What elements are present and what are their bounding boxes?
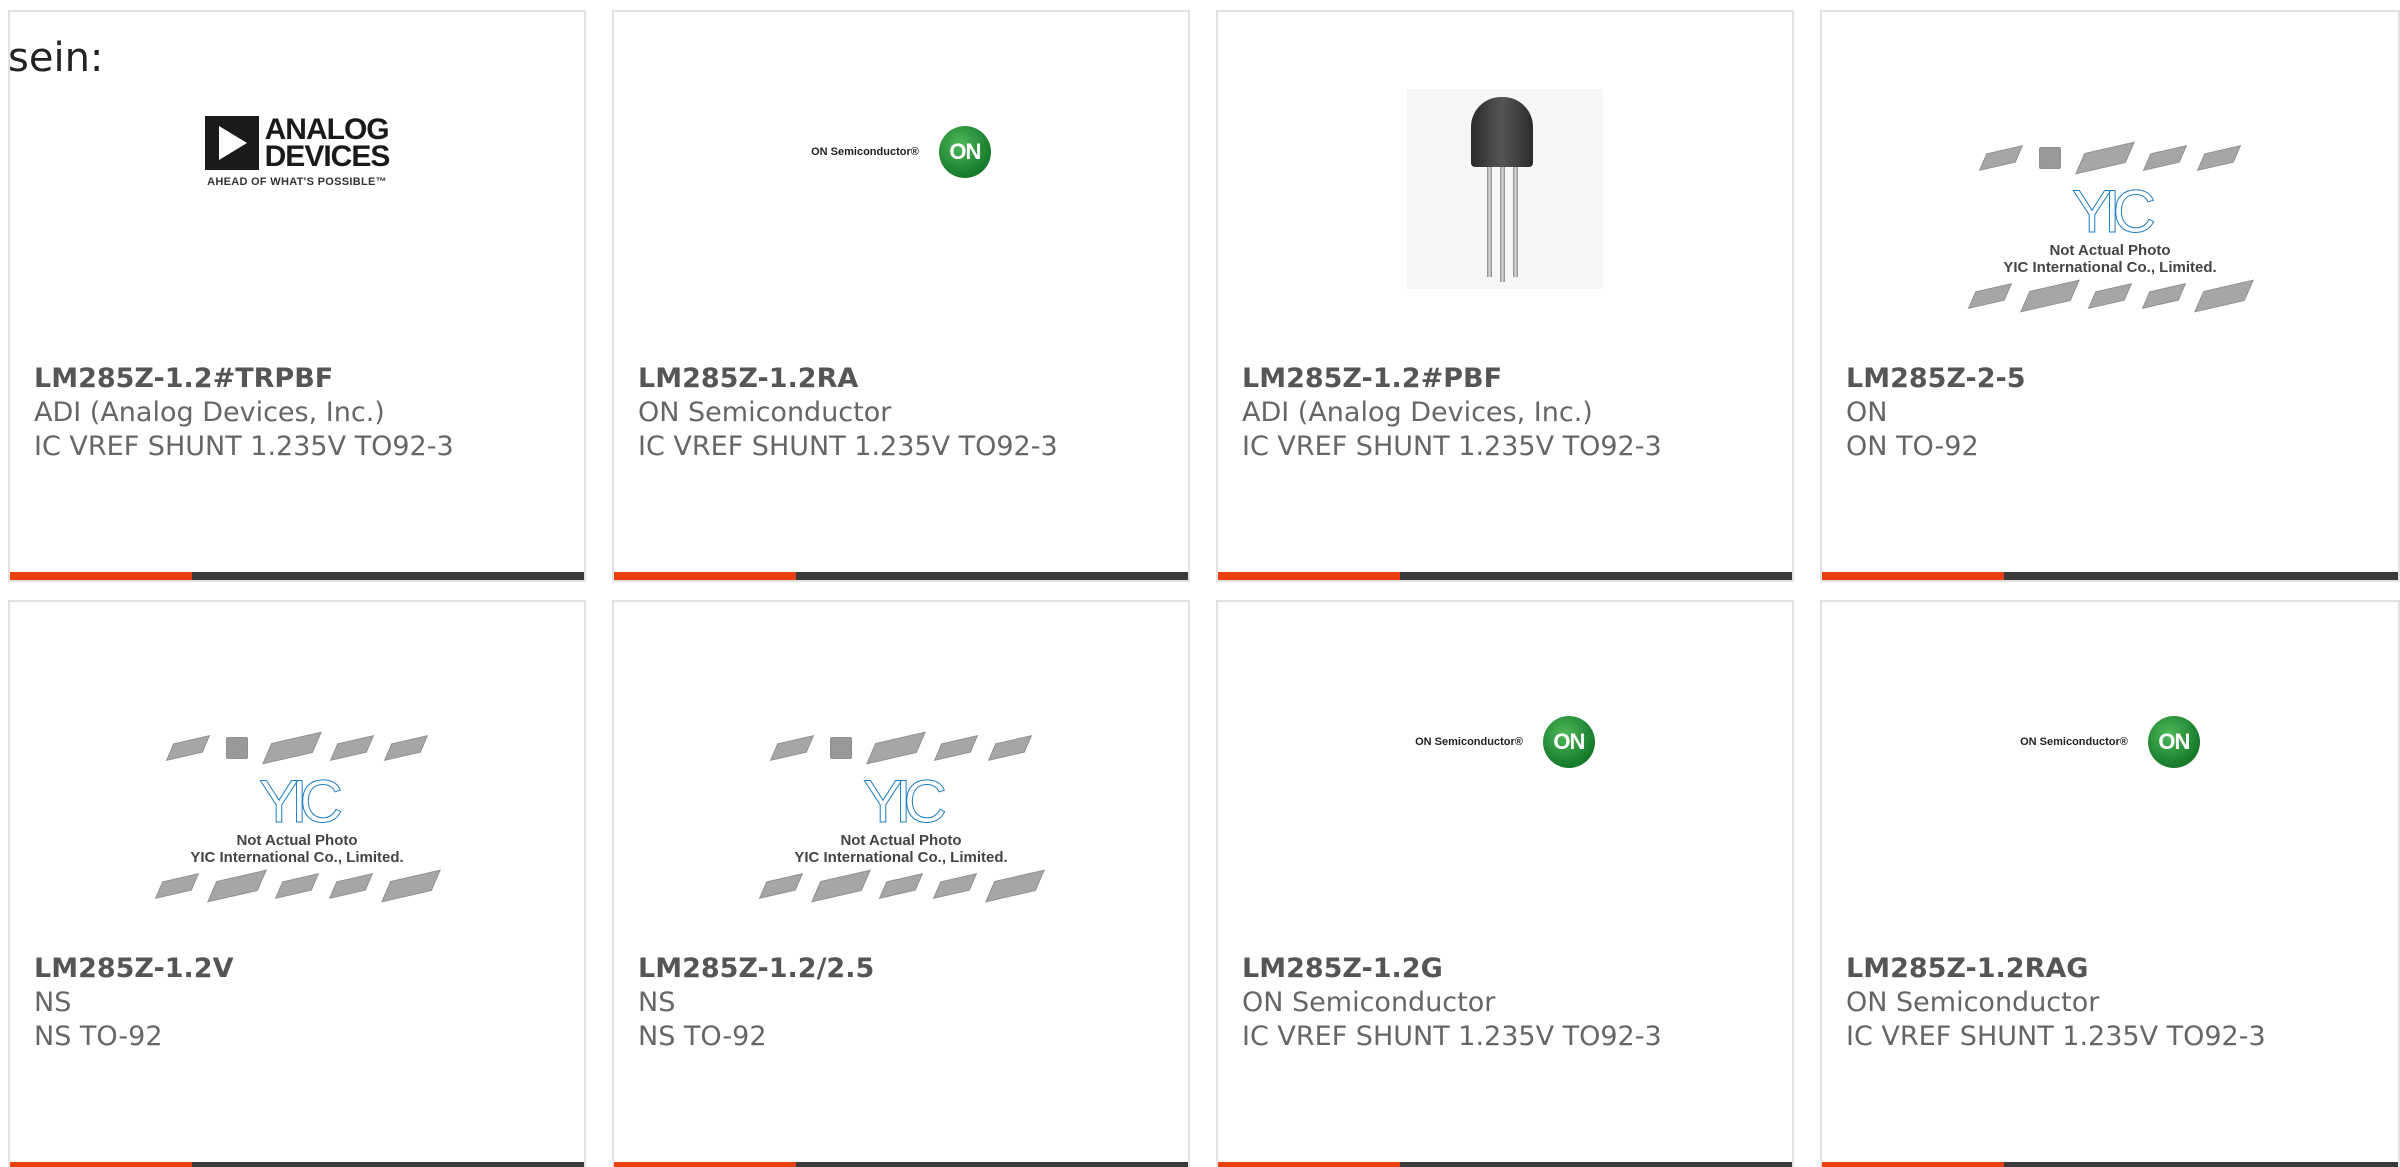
card-footer-bar bbox=[1218, 1162, 1792, 1167]
product-image[interactable]: YIC Not Actual Photo YIC International C… bbox=[10, 692, 584, 942]
description: ON TO-92 bbox=[1846, 431, 1979, 462]
logo-line1: ANALOG bbox=[264, 113, 390, 146]
card-footer-bar bbox=[1218, 572, 1792, 580]
product-card[interactable]: ON Semiconductor® ON LM285Z-1.2G ON Semi… bbox=[1216, 600, 1794, 1167]
yic-logo: YIC bbox=[2071, 178, 2156, 245]
placeholder-company: YIC International Co., Limited. bbox=[794, 849, 1008, 866]
part-number-link[interactable]: LM285Z-1.2#PBF bbox=[1242, 362, 1782, 396]
placeholder-note: Not Actual Photo bbox=[236, 832, 358, 849]
part-number-link[interactable]: LM285Z-1.2/2.5 bbox=[638, 952, 1178, 986]
description: NS TO-92 bbox=[34, 1021, 163, 1052]
card-footer-bar bbox=[10, 572, 584, 580]
product-image[interactable] bbox=[1218, 72, 1792, 352]
description: IC VREF SHUNT 1.235V TO92-3 bbox=[1846, 1021, 2266, 1052]
intro-text: sein: bbox=[8, 35, 104, 81]
placeholder-company: YIC International Co., Limited. bbox=[190, 849, 404, 866]
product-image[interactable]: ON Semiconductor® ON bbox=[1822, 662, 2398, 942]
product-card[interactable]: YIC Not Actual Photo YIC International C… bbox=[1820, 10, 2400, 582]
transistor-photo bbox=[1407, 89, 1603, 289]
part-number-link[interactable]: LM285Z-1.2G bbox=[1242, 952, 1782, 986]
card-footer-bar bbox=[1822, 572, 2398, 580]
card-footer-bar bbox=[614, 1162, 1188, 1167]
logo-tagline: AHEAD OF WHAT'S POSSIBLE™ bbox=[207, 176, 387, 188]
description: IC VREF SHUNT 1.235V TO92-3 bbox=[34, 431, 454, 462]
on-semiconductor-logo: ON Semiconductor® ON bbox=[1415, 716, 1595, 768]
card-footer-bar bbox=[614, 572, 1188, 580]
part-number-link[interactable]: LM285Z-1.2#TRPBF bbox=[34, 362, 574, 396]
product-card[interactable]: LM285Z-1.2#PBF ADI (Analog Devices, Inc.… bbox=[1216, 10, 1794, 582]
product-card[interactable]: ANALOG DEVICES AHEAD OF WHAT'S POSSIBLE™… bbox=[8, 10, 586, 582]
product-image[interactable]: YIC Not Actual Photo YIC International C… bbox=[1822, 102, 2398, 352]
part-number-link[interactable]: LM285Z-1.2RAG bbox=[1846, 952, 2388, 986]
yic-logo: YIC bbox=[258, 768, 343, 835]
product-card[interactable]: ON Semiconductor® ON LM285Z-1.2RA ON Sem… bbox=[612, 10, 1190, 582]
manufacturer: ADI (Analog Devices, Inc.) bbox=[1242, 397, 1593, 428]
product-card[interactable]: ON Semiconductor® ON LM285Z-1.2RAG ON Se… bbox=[1820, 600, 2400, 1167]
analog-devices-logo: ANALOG DEVICES AHEAD OF WHAT'S POSSIBLE™ bbox=[204, 113, 391, 188]
logo-line2: DEVICES bbox=[264, 140, 391, 173]
description: IC VREF SHUNT 1.235V TO92-3 bbox=[1242, 431, 1662, 462]
yic-placeholder-image: YIC Not Actual Photo YIC International C… bbox=[154, 728, 441, 906]
product-image[interactable]: ON Semiconductor® ON bbox=[614, 72, 1188, 352]
product-image[interactable]: ON Semiconductor® ON bbox=[1218, 662, 1792, 942]
manufacturer: NS bbox=[34, 987, 72, 1018]
on-circle-icon: ON bbox=[938, 126, 991, 178]
yic-placeholder-image: YIC Not Actual Photo YIC International C… bbox=[1967, 138, 2254, 316]
part-number-link[interactable]: LM285Z-1.2V bbox=[34, 952, 574, 986]
product-card[interactable]: YIC Not Actual Photo YIC International C… bbox=[612, 600, 1190, 1167]
product-image[interactable]: ANALOG DEVICES AHEAD OF WHAT'S POSSIBLE™ bbox=[10, 72, 584, 352]
manufacturer: ON Semiconductor bbox=[1846, 987, 2100, 1018]
yic-logo: YIC bbox=[862, 768, 947, 835]
description: NS TO-92 bbox=[638, 1021, 767, 1052]
card-footer-bar bbox=[10, 1162, 584, 1167]
product-image[interactable]: YIC Not Actual Photo YIC International C… bbox=[614, 692, 1188, 942]
manufacturer: ON Semiconductor bbox=[638, 397, 892, 428]
description: IC VREF SHUNT 1.235V TO92-3 bbox=[638, 431, 1058, 462]
on-circle-icon: ON bbox=[2147, 716, 2200, 768]
manufacturer: ON Semiconductor bbox=[1242, 987, 1496, 1018]
placeholder-note: Not Actual Photo bbox=[2049, 242, 2171, 259]
part-number-link[interactable]: LM285Z-2-5 bbox=[1846, 362, 2388, 396]
on-semiconductor-logo: ON Semiconductor® ON bbox=[2020, 716, 2200, 768]
manufacturer: ADI (Analog Devices, Inc.) bbox=[34, 397, 385, 428]
on-circle-icon: ON bbox=[1542, 716, 1595, 768]
card-footer-bar bbox=[1822, 1162, 2398, 1167]
yic-placeholder-image: YIC Not Actual Photo YIC International C… bbox=[758, 728, 1045, 906]
play-triangle-icon bbox=[204, 116, 259, 170]
on-semiconductor-logo: ON Semiconductor® ON bbox=[811, 126, 991, 178]
product-grid-page: sein: ANALOG DEVICES AHEAD OF WHAT'S POS… bbox=[0, 0, 2400, 1167]
logo-text: ON Semiconductor® bbox=[811, 146, 919, 158]
logo-text: ON Semiconductor® bbox=[2020, 736, 2128, 748]
manufacturer: ON bbox=[1846, 397, 1888, 428]
product-card[interactable]: YIC Not Actual Photo YIC International C… bbox=[8, 600, 586, 1167]
manufacturer: NS bbox=[638, 987, 676, 1018]
description: IC VREF SHUNT 1.235V TO92-3 bbox=[1242, 1021, 1662, 1052]
placeholder-company: YIC International Co., Limited. bbox=[2003, 259, 2217, 276]
part-number-link[interactable]: LM285Z-1.2RA bbox=[638, 362, 1178, 396]
logo-text: ON Semiconductor® bbox=[1415, 736, 1523, 748]
placeholder-note: Not Actual Photo bbox=[840, 832, 962, 849]
